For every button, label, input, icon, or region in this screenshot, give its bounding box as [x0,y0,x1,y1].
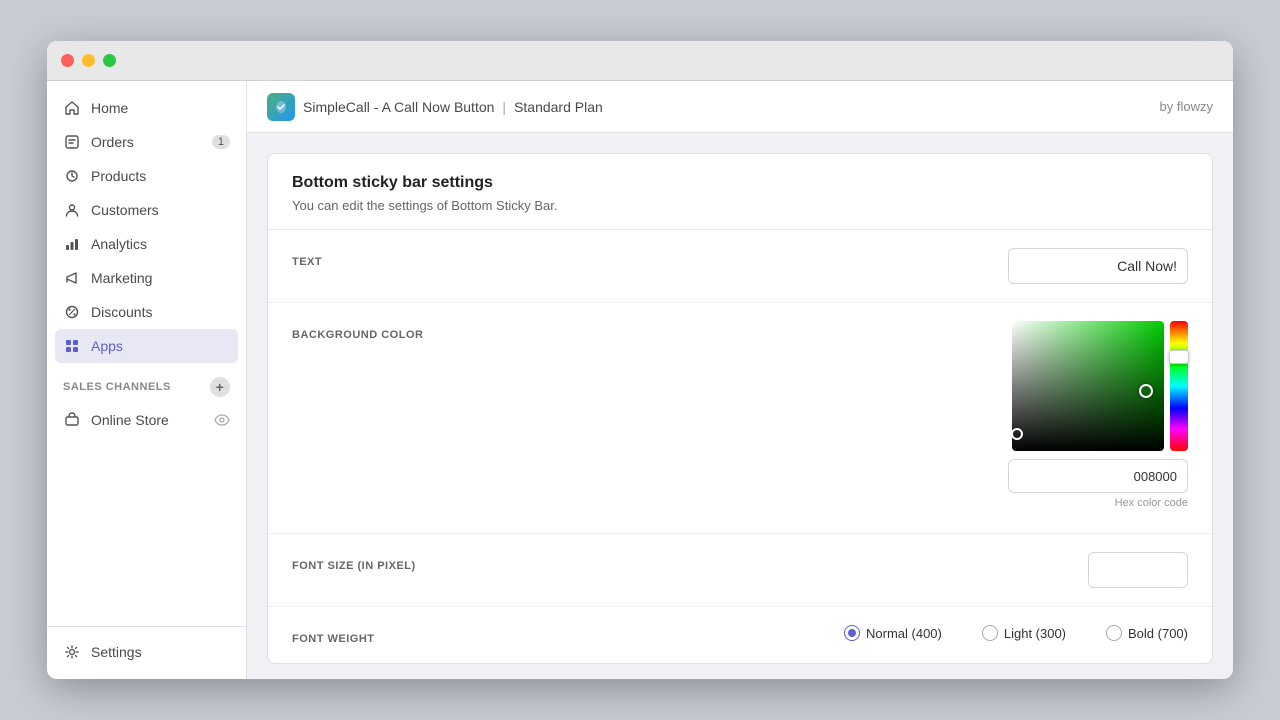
sidebar-label-customers: Customers [91,202,159,218]
font-weight-setting-row: FONT WEIGHT Normal (400) [268,607,1212,663]
breadcrumb: SimpleCall - A Call Now Button | Standar… [267,93,603,121]
color-picker-cursor[interactable] [1139,384,1153,398]
card-subtitle: You can edit the settings of Bottom Stic… [292,198,1188,213]
sidebar-item-products[interactable]: Products [47,159,246,193]
breadcrumb-separator: | [502,99,506,115]
sales-channels-section: SALES CHANNELS + [47,363,246,403]
font-weight-normal[interactable]: Normal (400) [844,625,942,641]
hue-slider[interactable] [1170,321,1188,451]
home-icon [63,99,81,117]
apps-icon [63,337,81,355]
sidebar-item-online-store[interactable]: Online Store [47,403,246,437]
sidebar-item-customers[interactable]: Customers [47,193,246,227]
sidebar: Home Orders 1 [47,81,247,679]
sidebar-item-apps[interactable]: Apps [55,329,238,363]
font-size-label: FONT SIZE (IN PIXEL) [292,552,416,572]
sidebar-label-apps: Apps [91,338,123,354]
radio-light-circle [982,625,998,641]
bg-color-setting-row: BACKGROUND COLOR [268,303,1212,534]
sidebar-item-home[interactable]: Home [47,91,246,125]
radio-bold-circle [1106,625,1122,641]
close-button[interactable] [61,54,74,67]
bg-color-label: BACKGROUND COLOR [292,321,423,341]
sidebar-item-orders[interactable]: Orders 1 [47,125,246,159]
radio-normal-label: Normal (400) [866,626,942,641]
orders-icon [63,133,81,151]
add-sales-channel-button[interactable]: + [210,377,230,397]
sales-channels-label: SALES CHANNELS [63,381,171,393]
sidebar-bottom: Settings [47,626,246,669]
minimize-button[interactable] [82,54,95,67]
sidebar-label-discounts: Discounts [91,304,152,320]
sidebar-item-analytics[interactable]: Analytics [47,227,246,261]
titlebar [47,41,1233,81]
sidebar-label-products: Products [91,168,146,184]
sidebar-label-home: Home [91,100,128,116]
online-store-icon [63,411,81,429]
sidebar-label-analytics: Analytics [91,236,147,252]
analytics-icon [63,235,81,253]
topbar-credit: by flowzy [1160,99,1213,114]
font-size-input[interactable] [1089,553,1188,587]
sidebar-item-marketing[interactable]: Marketing [47,261,246,295]
breadcrumb-plan: Standard Plan [514,99,603,115]
discounts-icon [63,303,81,321]
sidebar-item-discounts[interactable]: Discounts [47,295,246,329]
hex-color-label: Hex color code [1115,497,1188,509]
color-gradient-picker[interactable] [1012,321,1164,451]
main-content: SimpleCall - A Call Now Button | Standar… [247,81,1233,679]
content-area: Bottom sticky bar settings You can edit … [247,133,1233,679]
orders-badge: 1 [212,135,230,149]
font-size-input-wrapper: ▲ ▼ [1088,552,1188,588]
text-label: TEXT [292,248,322,268]
app-icon [267,93,295,121]
customers-icon [63,201,81,219]
font-weight-light[interactable]: Light (300) [982,625,1066,641]
font-weight-radio-group: Normal (400) Light (300) Bold (700) [844,625,1188,641]
topbar: SimpleCall - A Call Now Button | Standar… [247,81,1233,133]
eye-icon [214,414,230,426]
card-title: Bottom sticky bar settings [292,174,1188,192]
sidebar-item-settings[interactable]: Settings [47,635,246,669]
products-icon [63,167,81,185]
marketing-icon [63,269,81,287]
text-setting-row: TEXT [268,230,1212,303]
app-body: Home Orders 1 [47,81,1233,679]
card-header: Bottom sticky bar settings You can edit … [268,154,1212,230]
sidebar-label-settings: Settings [91,644,142,660]
font-size-setting-row: FONT SIZE (IN PIXEL) ▲ ▼ [268,534,1212,607]
breadcrumb-app-name: SimpleCall - A Call Now Button [303,99,494,115]
radio-light-label: Light (300) [1004,626,1066,641]
font-weight-bold[interactable]: Bold (700) [1106,625,1188,641]
radio-normal-circle [844,625,860,641]
hex-color-input[interactable] [1008,459,1188,493]
settings-icon [63,643,81,661]
hue-slider-thumb[interactable] [1169,350,1189,364]
maximize-button[interactable] [103,54,116,67]
sidebar-label-marketing: Marketing [91,270,152,286]
online-store-label: Online Store [91,412,169,428]
color-picker[interactable] [1012,321,1188,451]
text-input[interactable] [1008,248,1188,284]
radio-bold-label: Bold (700) [1128,626,1188,641]
app-window: Home Orders 1 [47,41,1233,679]
font-weight-label: FONT WEIGHT [292,625,375,645]
sidebar-label-orders: Orders [91,134,134,150]
settings-card: Bottom sticky bar settings You can edit … [267,153,1213,664]
